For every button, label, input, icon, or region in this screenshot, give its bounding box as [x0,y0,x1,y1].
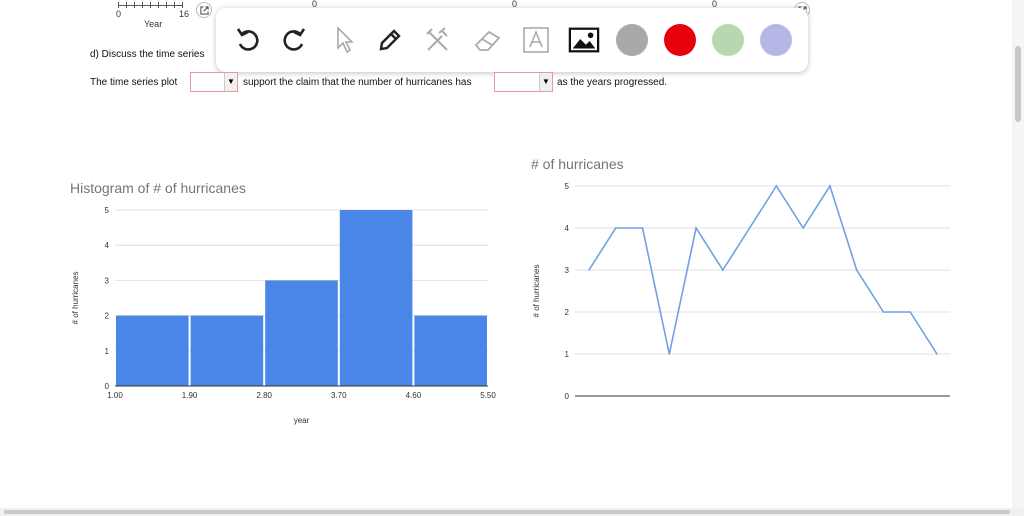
answer-dropdown-1[interactable]: ▼ [190,72,238,92]
mini-tick-0: 0 [116,9,122,19]
x-tick-label: 2.80 [256,391,272,400]
sentence-part-1: The time series plot [90,77,178,88]
image-icon[interactable] [568,24,600,56]
x-tick-label: 1.00 [107,391,123,400]
sentence-part-2: support the claim that the number of hur… [243,77,472,88]
data-point [909,311,912,313]
data-point [668,353,671,355]
histogram-title: Histogram of # of hurricanes [70,180,246,196]
y-tick-label: 4 [105,241,110,250]
line-chart-title: # of hurricanes [531,156,624,172]
redo-icon[interactable] [278,24,310,56]
data-point [829,185,831,187]
x-tick-label: 5.50 [480,391,496,400]
y-tick-label: 1 [105,347,110,356]
chevron-down-icon: ▼ [224,73,237,91]
x-tick-label: 1.90 [182,391,198,400]
vertical-scroll-thumb[interactable] [1015,46,1021,122]
x-tick-label: 3.70 [331,391,347,400]
y-tick-label: 5 [565,182,570,191]
y-axis-title: # of hurricanes [71,272,80,325]
open-external-icon[interactable] [196,2,212,18]
histogram-bar [116,315,189,386]
data-point [614,227,617,229]
pointer-icon[interactable] [328,24,360,56]
mini-tick-16: 16 [179,9,190,19]
color-swatch-red[interactable] [664,24,696,56]
histogram-bar [265,280,338,386]
y-tick-label: 0 [565,392,570,401]
data-point [775,185,778,187]
data-point [722,269,724,271]
data-point [802,227,804,229]
fill-in-sentence: The time series plot ▼ support the claim… [90,72,790,94]
horizontal-scroll-thumb[interactable] [4,510,1010,514]
data-point [855,269,858,271]
annotation-toolbar [216,8,808,72]
data-point [588,269,590,271]
undo-icon[interactable] [232,24,264,56]
data-point [748,227,751,229]
horizontal-scrollbar[interactable] [0,508,1024,516]
chevron-down-icon: ▼ [539,73,552,91]
tools-icon[interactable] [422,24,454,56]
eraser-icon[interactable] [472,24,504,56]
color-swatch-green[interactable] [712,24,744,56]
line-chart: 0 1 2 3 4 5 # of hurricanes [532,182,950,401]
color-swatch-lavender[interactable] [760,24,792,56]
x-axis-title: year [294,416,310,425]
text-icon[interactable] [520,24,552,56]
y-tick-label: 1 [565,350,570,359]
histogram-chart: 0 1 2 3 4 5 1.00 1.90 2.80 3.70 4.60 5.50 year # of h… [71,206,496,425]
vertical-scrollbar[interactable] [1012,0,1024,516]
sentence-part-3: as the years progressed. [557,77,668,88]
y-tick-label: 5 [105,206,110,215]
y-tick-label: 2 [105,312,110,321]
y-tick-label: 4 [565,224,570,233]
y-tick-label: 3 [105,276,110,285]
question-prompt: d) Discuss the time series [90,49,205,60]
data-point [936,353,938,355]
pen-icon[interactable] [374,24,406,56]
histogram-bar [190,315,264,386]
y-axis-title: # of hurricanes [532,265,541,318]
data-point [641,227,644,229]
y-tick-label: 2 [565,308,570,317]
y-tick-label: 0 [105,382,110,391]
color-swatch-gray[interactable] [616,24,648,56]
histogram-bar [339,210,413,386]
answer-dropdown-2[interactable]: ▼ [494,72,553,92]
y-tick-label: 3 [565,266,570,275]
x-tick-label: 4.60 [406,391,422,400]
mini-axis-label: Year [144,19,163,29]
data-point [695,227,697,229]
data-point [882,311,885,313]
histogram-bar [414,315,487,386]
